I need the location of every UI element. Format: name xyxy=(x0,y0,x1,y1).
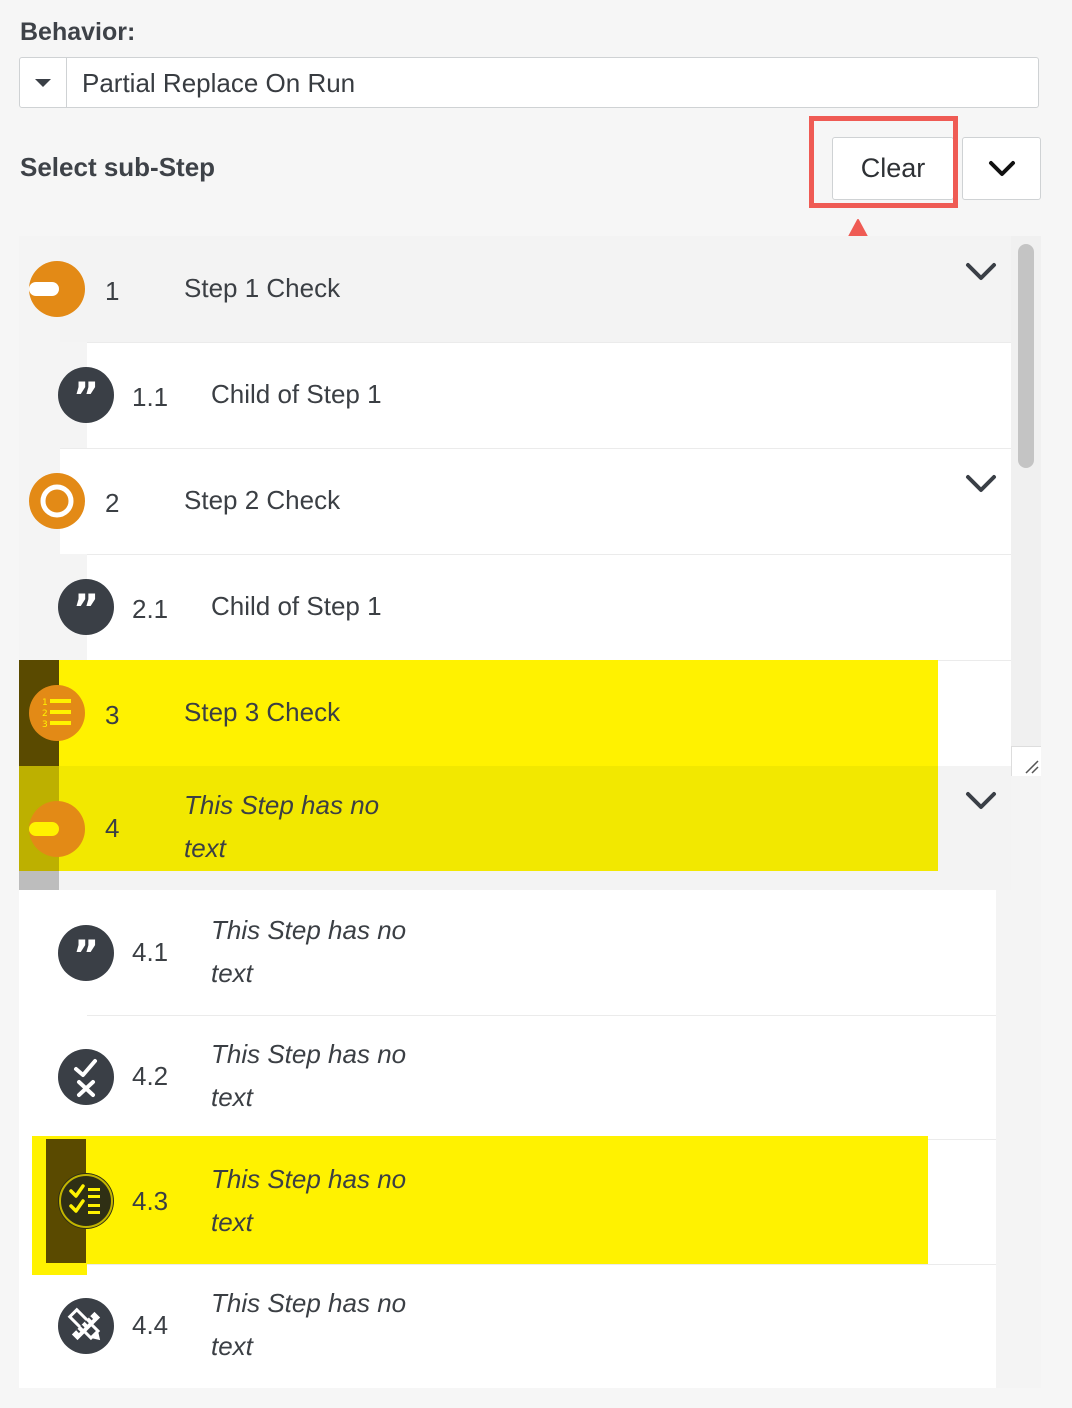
checklist-icon xyxy=(58,1173,114,1229)
step-title: Step 2 Check xyxy=(184,485,341,515)
step-title-line: text xyxy=(211,958,253,988)
substep-dropdown-button[interactable] xyxy=(962,137,1041,200)
ring-icon xyxy=(29,473,85,529)
svg-text:”: ” xyxy=(73,933,99,979)
substep-list[interactable]: 1 Step 1 Check ” 1.1 Child of Step 1 2 S… xyxy=(19,236,1041,1388)
behavior-label: Behavior: xyxy=(20,18,136,46)
pencil-ruler-icon xyxy=(58,1298,114,1354)
chevron-down-icon[interactable] xyxy=(965,791,997,811)
step-title: Step 1 Check xyxy=(184,273,341,303)
selection-marker-tail xyxy=(19,871,59,890)
quote-icon: ” xyxy=(58,579,114,635)
step-number: 2.1 xyxy=(132,594,169,624)
svg-text:”: ” xyxy=(73,375,99,421)
dropdown-toggle[interactable] xyxy=(20,58,67,107)
select-substep-label: Select sub-Step xyxy=(20,152,216,182)
step-title-line: This Step has no xyxy=(211,1288,407,1318)
numbered-list-icon: 1 2 3 xyxy=(29,685,85,741)
annotation-highlight-box xyxy=(809,116,958,208)
step-number: 1.1 xyxy=(132,382,169,412)
step-number: 4.3 xyxy=(132,1186,169,1216)
resize-handle[interactable] xyxy=(1011,746,1041,776)
chevron-down-icon[interactable] xyxy=(965,474,997,494)
step-title: This Step has no text xyxy=(211,909,406,995)
step-title: This Step has no text xyxy=(184,784,379,870)
step-title-line: This Step has no xyxy=(211,1164,407,1194)
svg-text:”: ” xyxy=(73,587,99,633)
step-title-line: text xyxy=(211,1331,253,1361)
step-title: This Step has no text xyxy=(211,1158,406,1244)
step-title-line: This Step has no xyxy=(211,915,407,945)
step-title-line: This Step has no xyxy=(211,1039,407,1069)
step-title-line: text xyxy=(184,833,226,863)
step-title: Child of Step 1 xyxy=(211,591,382,621)
quote-icon: ” xyxy=(58,925,114,981)
behavior-select[interactable]: Partial Replace On Run xyxy=(19,57,1039,108)
chevron-down-icon[interactable] xyxy=(965,262,997,282)
stop-icon xyxy=(29,801,85,857)
highlight-overlay xyxy=(19,766,938,871)
quote-icon: ” xyxy=(58,367,114,423)
check-x-icon xyxy=(58,1049,114,1105)
caret-down-icon xyxy=(35,79,51,87)
step-title-line: text xyxy=(211,1207,253,1237)
step-title: Child of Step 1 xyxy=(211,379,382,409)
step-title: This Step has no text xyxy=(211,1033,406,1119)
chevron-down-icon xyxy=(988,160,1015,176)
scrollbar-thumb[interactable] xyxy=(1018,244,1034,468)
step-title-line: text xyxy=(211,1082,253,1112)
step-number: 4.2 xyxy=(132,1061,169,1091)
svg-text:2: 2 xyxy=(42,709,48,719)
step-number: 3 xyxy=(105,700,120,730)
step-number: 4 xyxy=(105,813,120,843)
highlight-overlay xyxy=(19,660,938,766)
resize-grip-icon xyxy=(1025,760,1039,774)
step-number: 4.4 xyxy=(132,1310,169,1340)
svg-text:3: 3 xyxy=(42,720,48,730)
svg-text:1: 1 xyxy=(42,698,48,708)
step-number: 4.1 xyxy=(132,937,169,967)
step-number: 2 xyxy=(105,488,120,518)
step-title-line: This Step has no xyxy=(184,790,380,820)
step-number: 1 xyxy=(105,276,120,306)
stop-icon xyxy=(29,261,85,317)
step-title: This Step has no text xyxy=(211,1282,406,1368)
step-title: Step 3 Check xyxy=(184,697,341,727)
behavior-selected-value: Partial Replace On Run xyxy=(82,68,356,98)
